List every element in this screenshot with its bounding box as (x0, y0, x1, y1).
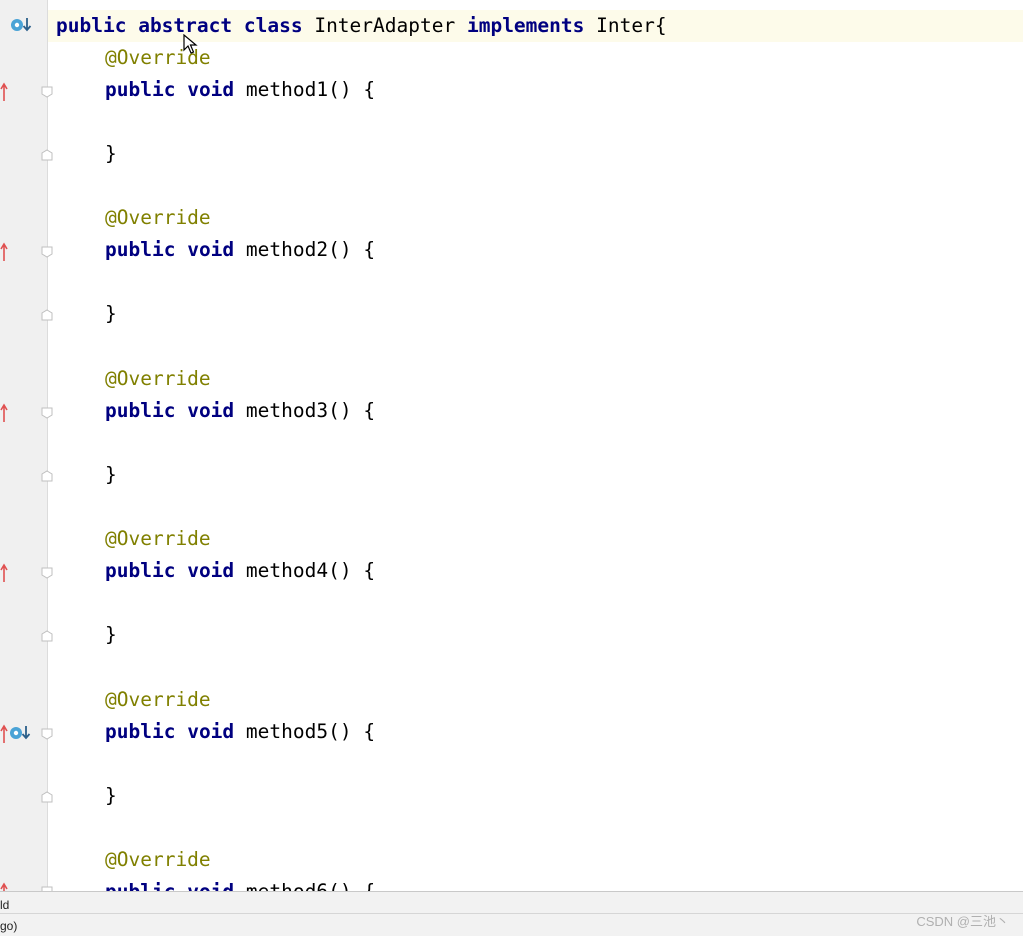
keyword-public: public (105, 238, 176, 261)
annotation-line[interactable]: @Override (48, 202, 1023, 234)
keyword-implements: implements (466, 14, 585, 37)
override-annotation: @Override (105, 527, 211, 550)
override-up-arrow-icon[interactable] (0, 724, 8, 744)
override-annotation: @Override (105, 206, 211, 229)
method-signature-line[interactable]: public void method3() { (48, 395, 1023, 427)
method-name: method4() { (245, 559, 376, 582)
annotation-line[interactable]: @Override (48, 523, 1023, 555)
close-brace: } (105, 142, 117, 165)
keyword-void: void (187, 78, 235, 101)
method-close-brace[interactable]: } (48, 780, 1023, 812)
close-brace: } (105, 302, 117, 325)
override-annotation: @Override (105, 688, 211, 711)
method-name: method6() { (246, 880, 375, 891)
override-annotation: @Override (105, 367, 211, 390)
close-brace: } (105, 623, 117, 646)
keyword-public: public (105, 880, 175, 891)
override-up-arrow-icon[interactable] (0, 882, 8, 891)
keyword-void: void (187, 880, 234, 891)
method-signature-line[interactable]: public void method2() { (48, 234, 1023, 266)
method-close-brace[interactable]: } (48, 619, 1023, 651)
override-annotation: @Override (105, 848, 211, 871)
close-brace: } (105, 784, 117, 807)
close-brace: } (105, 463, 117, 486)
override-up-arrow-icon[interactable] (0, 82, 8, 102)
keyword-public: public (105, 78, 176, 101)
implemented-by-icon[interactable] (9, 724, 33, 744)
method-close-brace[interactable]: } (48, 459, 1023, 491)
annotation-line[interactable]: @Override (48, 844, 1023, 876)
method-close-brace[interactable]: } (48, 298, 1023, 330)
status-bar: ld go) (0, 891, 1023, 936)
keyword-void: void (187, 720, 235, 743)
annotation-line[interactable]: @Override (48, 684, 1023, 716)
status-text-top: ld (0, 898, 10, 912)
keyword-public: public (105, 559, 176, 582)
method-name: method1() { (245, 78, 376, 101)
code-editor[interactable]: public abstract class InterAdapter imple… (0, 0, 1023, 891)
method-name: method3() { (245, 399, 376, 422)
status-text-bottom: go) (0, 919, 18, 933)
class-name: InterAdapter (314, 14, 456, 37)
mouse-pointer-icon (183, 34, 198, 54)
method-signature-line[interactable]: public void method6() { (48, 876, 1023, 891)
method-name: method5() { (245, 720, 376, 743)
method-name: method2() { (245, 238, 376, 261)
keyword-void: void (187, 238, 235, 261)
keyword-public: public (56, 14, 127, 37)
watermark: CSDN @三池丶 (916, 914, 1009, 929)
keyword-class: class (243, 14, 303, 37)
implemented-by-icon[interactable] (10, 16, 32, 34)
annotation-line[interactable]: @Override (48, 363, 1023, 395)
override-up-arrow-icon[interactable] (0, 242, 8, 262)
editor-gutter (0, 0, 53, 891)
method-signature-line[interactable]: public void method5() { (48, 716, 1023, 748)
keyword-void: void (187, 399, 235, 422)
override-up-arrow-icon[interactable] (0, 403, 8, 423)
keyword-public: public (105, 399, 176, 422)
keyword-void: void (187, 559, 235, 582)
keyword-public: public (105, 720, 176, 743)
override-up-arrow-icon[interactable] (0, 563, 8, 583)
method-close-brace[interactable]: } (48, 138, 1023, 170)
interface-name: Inter{ (596, 14, 667, 37)
method-signature-line[interactable]: public void method4() { (48, 555, 1023, 587)
method-signature-line[interactable]: public void method1() { (48, 74, 1023, 106)
status-divider (0, 913, 1023, 914)
code-area[interactable]: public abstract class InterAdapter imple… (48, 0, 1023, 891)
